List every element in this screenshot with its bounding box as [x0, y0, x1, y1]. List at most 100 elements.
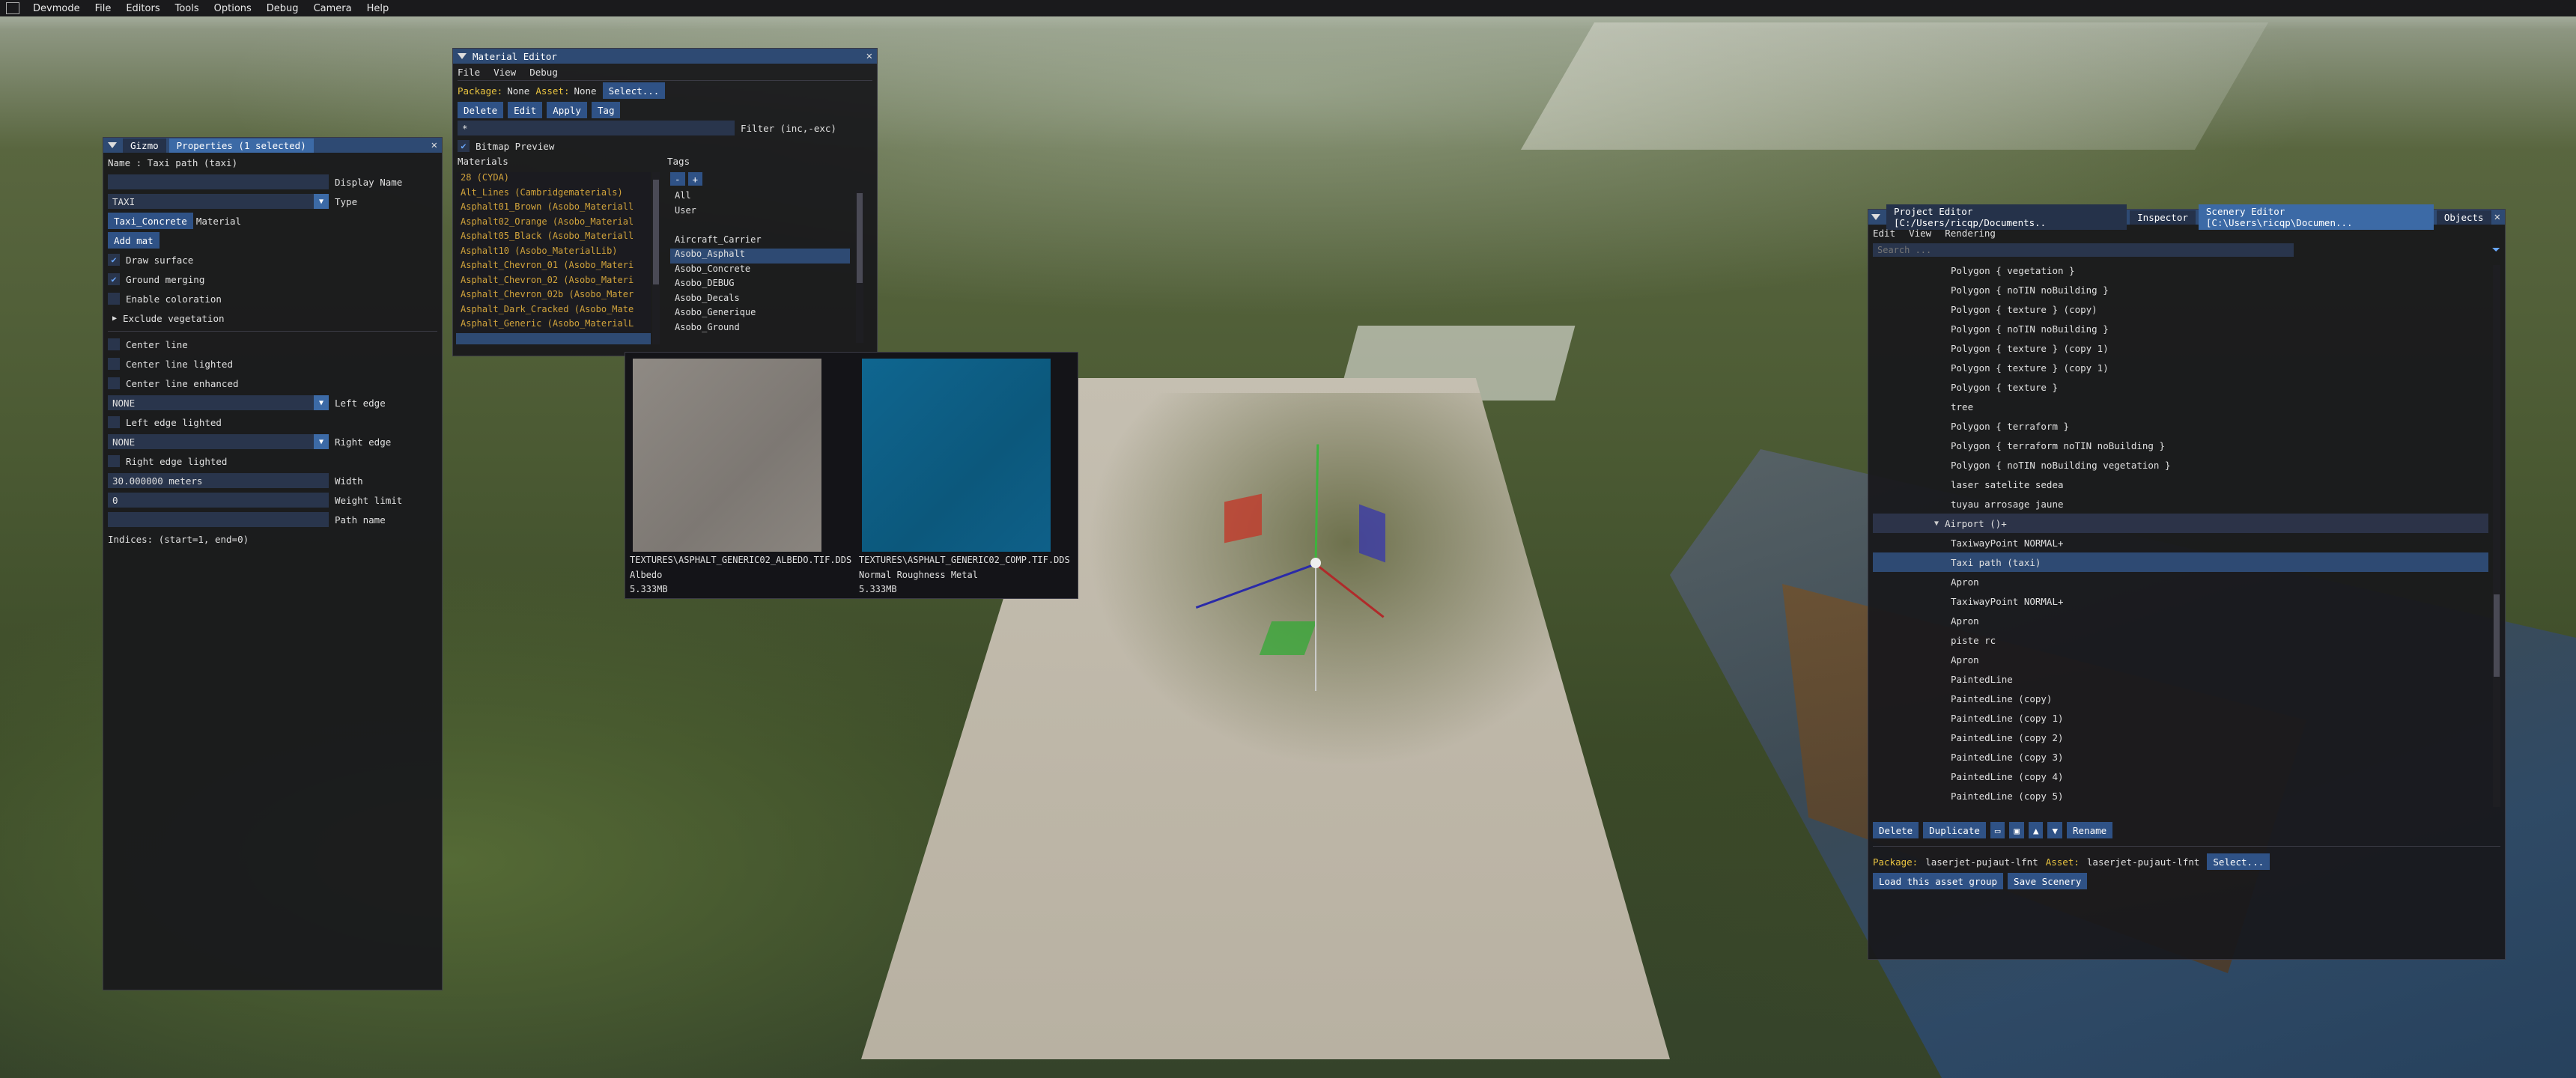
checkbox-checked-icon[interactable]: ✔ — [108, 254, 120, 266]
properties-titlebar[interactable]: Gizmo Properties (1 selected) ✕ — [103, 138, 442, 153]
tag-button[interactable]: Tag — [591, 102, 621, 118]
chevron-down-icon[interactable]: ▼ — [314, 194, 329, 209]
menu-help[interactable]: Help — [359, 3, 397, 14]
material-list-item[interactable]: Asphalt02_Orange (Asobo_Material — [456, 216, 651, 231]
scenery-object-tree[interactable]: Polygon { vegetation } Polygon { noTIN no… — [1873, 265, 2488, 807]
left-edge-lighted-checkbox-row[interactable]: Left edge lighted — [103, 412, 442, 432]
tags-list[interactable]: All User Aircraft_Carrier Asobo_Asphalt Asob… — [670, 190, 850, 343]
scenery-select-button[interactable]: Select... — [2207, 853, 2270, 870]
rename-button[interactable]: Rename — [2067, 822, 2113, 838]
close-icon[interactable]: ✕ — [866, 50, 872, 62]
tab-inspector[interactable]: Inspector — [2130, 210, 2196, 225]
tree-item[interactable]: Polygon { noTIN noBuilding } — [1873, 319, 2488, 338]
material-list-item[interactable]: Asphalt_Chevron_02b (Asobo_Mater — [456, 289, 651, 304]
chevron-down-icon[interactable]: ▼ — [314, 395, 329, 410]
tree-item[interactable]: PaintedLine — [1873, 669, 2488, 689]
material-list-item[interactable]: Asphalt10 (Asobo_MaterialLib) — [456, 246, 651, 261]
gizmo-plane-blue[interactable] — [1359, 504, 1385, 563]
menu-devmode[interactable]: Devmode — [25, 3, 88, 14]
tree-item[interactable]: Apron — [1873, 572, 2488, 591]
se-menu-edit[interactable]: Edit — [1873, 228, 1895, 239]
se-menu-view[interactable]: View — [1909, 228, 1931, 239]
filter-input[interactable]: * — [458, 121, 735, 135]
material-list-item[interactable]: Asphalt_Chevron_01 (Asobo_Materi — [456, 260, 651, 275]
me-menu-file[interactable]: File — [458, 67, 480, 78]
tree-item[interactable]: TaxiwayPoint NORMAL+ — [1873, 591, 2488, 611]
me-menu-debug[interactable]: Debug — [529, 67, 558, 78]
tag-list-item[interactable]: Asobo_Concrete — [670, 264, 850, 278]
width-input[interactable]: 30.000000 meters — [108, 473, 329, 488]
scenery-delete-button[interactable]: Delete — [1873, 822, 1919, 838]
tree-item[interactable]: tuyau arrosage jaune — [1873, 494, 2488, 514]
tree-item[interactable]: laser satelite sedea — [1873, 475, 2488, 494]
filter-icon[interactable]: ⏷ — [2492, 244, 2500, 256]
menu-options[interactable]: Options — [207, 3, 259, 14]
gizmo-axis-down[interactable] — [1315, 564, 1316, 691]
tree-item[interactable]: Polygon { vegetation } — [1873, 265, 2488, 280]
add-mat-button[interactable]: Add mat — [108, 232, 160, 249]
tags-scrollbar[interactable] — [856, 190, 863, 343]
save-scenery-button[interactable]: Save Scenery — [2008, 873, 2088, 889]
tree-item[interactable]: Polygon { texture } — [1873, 377, 2488, 397]
menu-file[interactable]: File — [88, 3, 119, 14]
tree-item[interactable]: Polygon { noTIN noBuilding vegetation } — [1873, 455, 2488, 475]
tag-list-item[interactable]: Asobo_Generique — [670, 307, 850, 322]
tree-group-header[interactable]: ▼ Airport ()+ — [1873, 514, 2488, 533]
draw-surface-checkbox-row[interactable]: ✔ Draw surface — [103, 250, 442, 270]
tab-project-editor[interactable]: Project Editor [C:/Users/ricqp/Documents… — [1886, 204, 2127, 230]
type-select[interactable]: TAXI ▼ — [108, 194, 329, 209]
tag-list-item[interactable]: Asobo_DEBUG — [670, 278, 850, 293]
material-list-item[interactable]: Asphalt_Generic (Asobo_MaterialL — [456, 318, 651, 333]
material-list-item[interactable]: Asphalt_Chevron_02 (Asobo_Materi — [456, 275, 651, 290]
menu-debug[interactable]: Debug — [259, 3, 306, 14]
menu-camera[interactable]: Camera — [306, 3, 359, 14]
tree-item[interactable]: Polygon { terraform } — [1873, 416, 2488, 436]
delete-button[interactable]: Delete — [458, 102, 504, 118]
tab-properties[interactable]: Properties (1 selected) — [168, 138, 314, 153]
exclude-vegetation-tree[interactable]: ▶ Exclude vegetation — [103, 308, 442, 328]
checkbox-icon[interactable] — [108, 338, 120, 350]
display-name-input[interactable] — [108, 174, 329, 189]
folder-add-icon[interactable]: ▣ — [2009, 822, 2024, 838]
tree-item[interactable]: Polygon { noTIN noBuilding } — [1873, 280, 2488, 299]
materials-list[interactable]: 28 (CYDA) Alt_Lines (Cambridgematerials) A… — [456, 172, 651, 344]
menu-tools[interactable]: Tools — [168, 3, 207, 14]
tag-add-button[interactable]: + — [687, 172, 703, 186]
apply-button[interactable]: Apply — [547, 102, 587, 118]
tree-item[interactable]: PaintedLine (copy 3) — [1873, 747, 2488, 767]
tree-item[interactable]: PaintedLine (copy) — [1873, 689, 2488, 708]
material-list-item[interactable]: Asphalt01_Brown (Asobo_Materiall — [456, 201, 651, 216]
tree-item[interactable]: Polygon { texture } (copy) — [1873, 299, 2488, 319]
move-up-icon[interactable]: ▲ — [2028, 822, 2044, 838]
left-edge-select[interactable]: NONE ▼ — [108, 395, 329, 410]
tab-scenery-editor[interactable]: Scenery Editor [C:\Users\ricqp\Documen..… — [2198, 204, 2434, 230]
gizmo-center[interactable] — [1310, 558, 1321, 568]
weight-limit-input[interactable]: 0 — [108, 493, 329, 508]
right-edge-select[interactable]: NONE ▼ — [108, 434, 329, 449]
material-list-item[interactable]: Asphalt_Dark_Cracked (Asobo_Mate — [456, 304, 651, 319]
load-asset-group-button[interactable]: Load this asset group — [1873, 873, 2004, 889]
enable-coloration-checkbox-row[interactable]: Enable coloration — [103, 289, 442, 308]
tree-item[interactable]: Polygon { texture } (copy 1) — [1873, 358, 2488, 377]
menu-editors[interactable]: Editors — [118, 3, 167, 14]
tree-item[interactable]: PaintedLine (copy 2) — [1873, 728, 2488, 747]
center-line-checkbox-row[interactable]: Center line — [103, 335, 442, 354]
scenery-tree-scrollbar[interactable] — [2493, 265, 2500, 807]
chevron-down-icon[interactable]: ▼ — [1934, 520, 1939, 528]
material-list-item[interactable]: 28 (CYDA) — [456, 172, 651, 187]
duplicate-button[interactable]: Duplicate — [1923, 822, 1986, 838]
scenery-search-input[interactable] — [1873, 243, 2294, 257]
collapse-icon[interactable] — [458, 53, 467, 59]
material-list-item[interactable]: Asphalt05_Black (Asobo_Materiall — [456, 231, 651, 246]
ground-merging-checkbox-row[interactable]: ✔ Ground merging — [103, 270, 442, 289]
checkbox-checked-icon[interactable]: ✔ — [458, 140, 470, 152]
tag-list-item[interactable]: Asobo_Decals — [670, 293, 850, 308]
tree-item[interactable]: PaintedLine (copy 7) — [1873, 806, 2488, 807]
tag-list-item[interactable]: All — [670, 190, 850, 205]
tree-item[interactable]: Polygon { texture } (copy 1) — [1873, 338, 2488, 358]
bitmap-preview-checkbox-row[interactable]: ✔ Bitmap Preview — [453, 136, 877, 156]
checkbox-icon[interactable] — [108, 455, 120, 467]
tree-item[interactable]: Polygon { terraform noTIN noBuilding } — [1873, 436, 2488, 455]
tag-list-item[interactable]: User — [670, 205, 850, 220]
tree-item[interactable]: TaxiwayPoint NORMAL+ — [1873, 533, 2488, 552]
